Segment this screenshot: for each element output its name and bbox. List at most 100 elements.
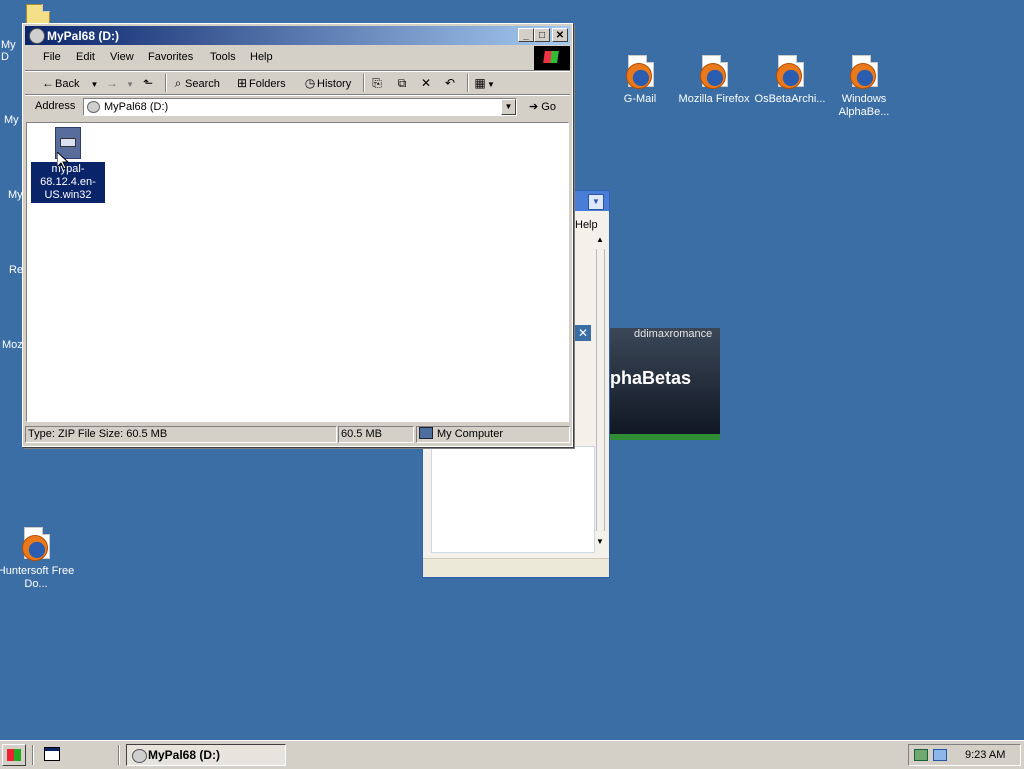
my-computer-icon bbox=[419, 427, 433, 439]
desktop-left-label-3[interactable]: My bbox=[8, 189, 23, 201]
desktop-icon-gmail[interactable]: G-Mail bbox=[600, 55, 680, 106]
drive-icon bbox=[29, 28, 45, 44]
background-menu-help[interactable]: Help bbox=[575, 219, 598, 231]
copy-to-icon: ⧉ bbox=[397, 76, 407, 90]
delete-button[interactable]: ✕ bbox=[419, 75, 433, 91]
desktop-icon-windows-alphabetas[interactable]: Windows AlphaBe... bbox=[824, 55, 904, 119]
show-desktop-icon[interactable] bbox=[44, 747, 60, 761]
back-button[interactable]: ←Back ▼ bbox=[41, 75, 98, 91]
scroll-up-icon[interactable]: ▲ bbox=[596, 235, 604, 244]
views-icon: ▦ bbox=[474, 76, 486, 90]
background-status-bar bbox=[423, 558, 609, 577]
window-titlebar[interactable]: MyPal68 (D:) _ □ ✕ bbox=[25, 26, 570, 45]
go-arrow-icon: ➔ bbox=[529, 101, 539, 113]
explorer-window[interactable]: MyPal68 (D:) _ □ ✕ File Edit View Favori… bbox=[22, 23, 573, 447]
move-to-button[interactable]: ⎘ bbox=[370, 75, 384, 91]
back-dropdown-icon[interactable]: ▼ bbox=[91, 80, 99, 89]
address-value[interactable]: MyPal68 (D:) bbox=[104, 101, 168, 113]
desktop-icon-osbetaarchive[interactable]: OsBetaArchi... bbox=[750, 55, 830, 106]
address-input[interactable]: MyPal68 (D:) ▼ bbox=[83, 98, 517, 116]
search-button[interactable]: ⌕ Search bbox=[171, 75, 220, 91]
go-button[interactable]: ➔ Go bbox=[529, 100, 556, 113]
history-button[interactable]: ◷ History bbox=[303, 75, 351, 91]
drive-icon bbox=[87, 101, 100, 113]
up-folder-button[interactable]: ⬑ bbox=[141, 75, 155, 91]
desktop-left-label-1[interactable]: My D bbox=[1, 39, 16, 63]
taskbar-button-mypal68[interactable]: MyPal68 (D:) bbox=[126, 744, 286, 766]
desktop-left-label-2[interactable]: My bbox=[4, 114, 19, 126]
folder-icon[interactable] bbox=[26, 4, 50, 24]
forward-dropdown-icon[interactable]: ▼ bbox=[126, 80, 134, 89]
window-title: MyPal68 (D:) bbox=[47, 29, 120, 43]
desktop-left-label-4[interactable]: Re bbox=[9, 264, 23, 276]
menu-file[interactable]: File bbox=[43, 51, 61, 63]
search-icon: ⌕ bbox=[174, 76, 182, 90]
address-dropdown-icon[interactable]: ▼ bbox=[501, 99, 516, 115]
folders-icon: ⊞ bbox=[236, 76, 248, 90]
desktop-icon-label: Windows AlphaBe... bbox=[838, 93, 890, 118]
taskbar-divider bbox=[118, 745, 120, 765]
album-caption: ddimaxromance bbox=[634, 328, 713, 340]
scrollbar[interactable]: ▲ ▼ bbox=[594, 233, 606, 745]
up-folder-icon: ⬑ bbox=[142, 76, 154, 90]
chevron-down-icon[interactable]: ▼ bbox=[588, 194, 604, 210]
menu-help[interactable]: Help bbox=[250, 51, 273, 63]
delete-icon: ✕ bbox=[420, 76, 432, 90]
menu-favorites[interactable]: Favorites bbox=[148, 51, 193, 63]
desktop-left-label-5[interactable]: Moz bbox=[2, 339, 23, 351]
desktop-icon-label: OsBetaArchi... bbox=[754, 93, 826, 105]
close-button[interactable]: ✕ bbox=[552, 28, 568, 42]
taskbar-button-label: MyPal68 (D:) bbox=[148, 748, 221, 762]
desktop-icon-huntersoft[interactable]: Huntersoft Free Do... bbox=[0, 527, 76, 591]
views-button[interactable]: ▦▼ bbox=[473, 75, 495, 91]
windows-logo-icon bbox=[534, 46, 570, 70]
toolbar-divider bbox=[363, 74, 365, 92]
scroll-down-icon[interactable]: ▼ bbox=[596, 537, 604, 546]
toolbar-divider bbox=[165, 74, 167, 92]
mouse-pointer-icon bbox=[56, 150, 70, 173]
menu-view[interactable]: View bbox=[110, 51, 134, 63]
firefox-shortcut-icon bbox=[774, 55, 806, 89]
address-bar: Address MyPal68 (D:) ▼ ➔ Go bbox=[25, 96, 570, 118]
desktop-icon-label: Mozilla Firefox bbox=[678, 93, 750, 105]
forward-arrow-icon: → bbox=[106, 76, 118, 90]
album-art-image: ddimaxromance phaBetas bbox=[610, 328, 720, 440]
status-info: Type: ZIP File Size: 60.5 MB bbox=[25, 426, 337, 443]
desktop-icon-mozilla-firefox[interactable]: Mozilla Firefox bbox=[674, 55, 754, 106]
copy-to-button[interactable]: ⧉ bbox=[395, 75, 409, 91]
menu-bar: File Edit View Favorites Tools Help bbox=[25, 48, 570, 68]
background-content-panel bbox=[431, 446, 595, 553]
status-size: 60.5 MB bbox=[338, 426, 414, 443]
taskbar: MyPal68 (D:) 9:23 AM bbox=[0, 740, 1024, 769]
file-list-pane[interactable]: mypal-68.12.4.en-US.win32 bbox=[26, 122, 569, 422]
back-arrow-icon: ← bbox=[42, 76, 54, 90]
minimize-button[interactable]: _ bbox=[518, 28, 534, 42]
status-bar: Type: ZIP File Size: 60.5 MB 60.5 MB My … bbox=[25, 425, 570, 444]
toolbar-divider bbox=[467, 74, 469, 92]
menu-tools[interactable]: Tools bbox=[210, 51, 236, 63]
firefox-shortcut-icon bbox=[20, 527, 52, 561]
system-tray: 9:23 AM bbox=[908, 744, 1021, 766]
windows-flag-icon bbox=[7, 749, 21, 761]
close-icon[interactable]: ✕ bbox=[575, 325, 591, 341]
clock[interactable]: 9:23 AM bbox=[965, 749, 1005, 761]
standard-toolbar: ←Back ▼ → ▼ ⬑ ⌕ Search ⊞ Folders ◷ History … bbox=[25, 72, 570, 94]
scroll-track[interactable] bbox=[596, 249, 605, 531]
drive-icon bbox=[132, 749, 147, 763]
album-title: phaBetas bbox=[610, 368, 692, 388]
menu-edit[interactable]: Edit bbox=[76, 51, 95, 63]
undo-button[interactable]: ↶ bbox=[443, 75, 457, 91]
network-icon[interactable] bbox=[914, 749, 928, 761]
desktop-icon-label: Huntersoft Free Do... bbox=[0, 565, 75, 590]
forward-button[interactable]: → ▼ bbox=[105, 75, 134, 91]
history-icon: ◷ bbox=[304, 76, 316, 90]
network-connection-icon[interactable] bbox=[933, 749, 947, 761]
firefox-shortcut-icon bbox=[848, 55, 880, 89]
views-dropdown-icon[interactable]: ▼ bbox=[487, 80, 495, 89]
taskbar-divider bbox=[32, 745, 34, 765]
folders-button[interactable]: ⊞ Folders bbox=[235, 75, 286, 91]
maximize-button[interactable]: □ bbox=[534, 28, 550, 42]
address-label: Address bbox=[35, 100, 76, 112]
move-to-icon: ⎘ bbox=[372, 76, 382, 90]
start-button[interactable] bbox=[2, 744, 26, 766]
